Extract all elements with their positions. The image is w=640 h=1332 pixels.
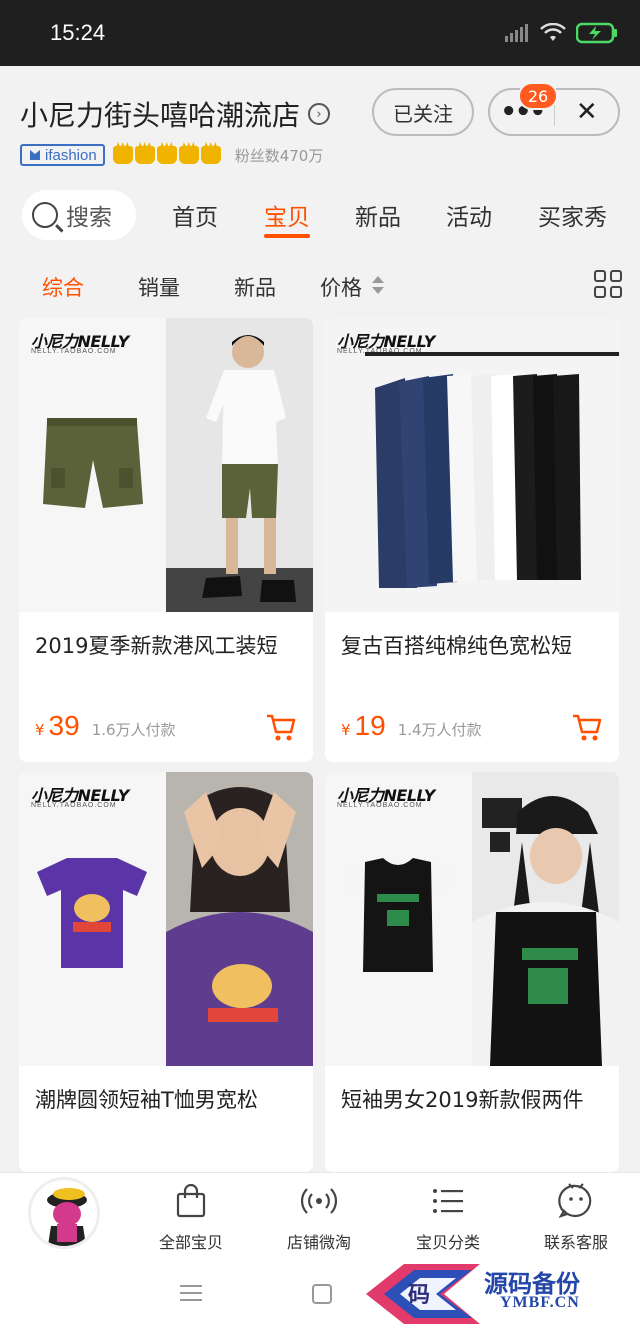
product-card[interactable]: 小尼力NELLY NELLY.TAOBAO.COM	[19, 318, 313, 762]
sort-price[interactable]: 价格	[320, 272, 362, 302]
tab-home[interactable]: 首页	[172, 198, 218, 232]
product-card[interactable]: 小尼力NELLY NELLY.TAOBAO.COM 复古百搭纯棉纯色宽松短 ¥ …	[325, 318, 619, 762]
product-title: 2019夏季新款港风工装短	[35, 634, 278, 658]
crown-icon	[134, 146, 155, 164]
store-name-link[interactable]: 小尼力街头嘻哈潮流店 ›	[20, 94, 331, 134]
fans-count: 粉丝数470万	[234, 146, 324, 165]
watermark-logo-char: 码	[408, 1282, 430, 1308]
customer-service-button[interactable]: 联系客服	[521, 1179, 631, 1253]
customer-service-label: 联系客服	[543, 1233, 608, 1252]
ifashion-badge: ifashion	[20, 144, 105, 166]
product-image: 小尼力NELLY NELLY.TAOBAO.COM	[19, 772, 313, 1066]
sold-count: 1.6万人付款	[91, 721, 176, 739]
store-bottom-bar: 全部宝贝 店铺微淘 宝贝分类 联系客服	[0, 1172, 640, 1256]
categories-button[interactable]: 宝贝分类	[393, 1179, 503, 1253]
store-feed-button[interactable]: 店铺微淘	[264, 1179, 374, 1253]
categories-label: 宝贝分类	[415, 1233, 480, 1252]
sort-comprehensive[interactable]: 综合	[42, 272, 84, 302]
notification-badge: 26	[518, 82, 558, 110]
product-title: 短袖男女2019新款假两件	[341, 1088, 584, 1112]
search-label: 搜索	[66, 205, 112, 231]
signal-icon	[505, 24, 528, 42]
status-bar: 15:24	[0, 0, 640, 66]
broadcast-icon	[301, 1188, 337, 1214]
currency-symbol: ¥	[35, 721, 45, 739]
store-feed-label: 店铺微淘	[286, 1233, 351, 1252]
all-items-label: 全部宝贝	[158, 1233, 223, 1252]
chevron-right-icon: ›	[308, 103, 331, 125]
search-button[interactable]: 搜索	[22, 190, 136, 240]
active-tab-indicator	[264, 234, 310, 238]
model-image	[166, 335, 313, 612]
sort-bar: 综合 销量 新品 价格	[0, 252, 640, 318]
price-row: ¥ 39 1.6万人付款	[35, 710, 176, 742]
currency-symbol: ¥	[341, 721, 351, 739]
ifashion-icon	[30, 150, 40, 160]
tab-items[interactable]: 宝贝	[264, 198, 310, 232]
crown-icon	[200, 146, 221, 164]
product-price: 39	[48, 710, 80, 741]
sold-count: 1.4万人付款	[397, 721, 482, 739]
tshirts-rack-image	[365, 352, 619, 588]
purple-tshirt-image	[37, 858, 147, 968]
product-title: 潮牌圆领短袖T恤男宽松	[35, 1088, 258, 1112]
crown-icon	[112, 146, 133, 164]
product-image: 小尼力NELLY NELLY.TAOBAO.COM	[19, 318, 313, 612]
status-time: 15:24	[50, 20, 106, 45]
cart-icon[interactable]	[571, 712, 603, 742]
list-icon	[433, 1189, 463, 1213]
cart-icon[interactable]	[265, 712, 297, 742]
sort-new[interactable]: 新品	[234, 272, 276, 302]
tab-buyer-show[interactable]: 买家秀	[538, 198, 607, 232]
product-price: 19	[354, 710, 386, 741]
battery-charging-icon	[576, 22, 617, 44]
shorts-image	[43, 418, 143, 508]
all-items-button[interactable]: 全部宝贝	[136, 1179, 246, 1253]
product-image: 小尼力NELLY NELLY.TAOBAO.COM	[325, 772, 619, 1066]
price-row: ¥ 19 1.4万人付款	[341, 710, 482, 742]
search-icon	[32, 202, 58, 228]
watermark-logo: 码	[366, 1264, 480, 1324]
chat-icon	[558, 1183, 592, 1218]
model-image	[472, 796, 619, 1066]
tab-new[interactable]: 新品	[355, 198, 401, 232]
model-image	[166, 787, 313, 1066]
crown-rating	[112, 146, 221, 164]
home-icon[interactable]	[312, 1284, 332, 1304]
bag-icon	[176, 1184, 206, 1218]
menu-icon[interactable]	[180, 1284, 202, 1302]
sort-sales[interactable]: 销量	[138, 272, 180, 302]
store-nav: 搜索 首页 宝贝 新品 活动 买家秀	[0, 176, 640, 252]
watermark-url: YMBF.CN	[500, 1294, 580, 1311]
product-card[interactable]: 小尼力NELLY NELLY.TAOBAO.COM	[325, 772, 619, 1172]
product-title: 复古百搭纯棉纯色宽松短	[341, 634, 572, 658]
sort-arrows-icon	[372, 276, 384, 296]
jersey-tshirt-image	[341, 858, 455, 972]
store-name: 小尼力街头嘻哈潮流店	[20, 99, 301, 132]
avatar-image	[31, 1180, 97, 1246]
product-card[interactable]: 小尼力NELLY NELLY.TAOBAO.COM 潮牌圆领短袖T恤男宽松	[19, 772, 313, 1172]
status-icons	[504, 22, 618, 44]
store-badges: ifashion 粉丝数470万	[20, 144, 323, 166]
follow-button[interactable]: 已关注	[372, 88, 474, 136]
product-image: 小尼力NELLY NELLY.TAOBAO.COM	[325, 318, 619, 612]
crown-icon	[178, 146, 199, 164]
wifi-icon	[540, 23, 566, 41]
crown-icon	[156, 146, 177, 164]
store-avatar[interactable]	[28, 1177, 100, 1249]
grid-view-icon[interactable]	[594, 270, 622, 298]
close-button[interactable]: ✕	[555, 97, 618, 127]
tab-events[interactable]: 活动	[446, 198, 492, 232]
watermark: 码 源码备份 YMBF.CN	[360, 1258, 640, 1324]
